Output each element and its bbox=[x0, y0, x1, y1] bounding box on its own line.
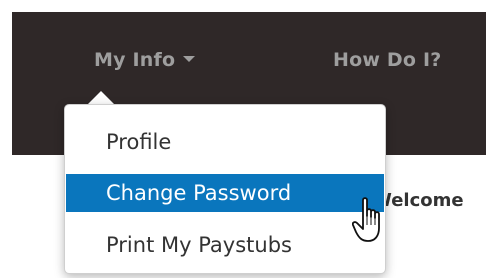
caret-down-icon bbox=[183, 56, 196, 62]
nav-item-how-do-i[interactable]: How Do I? bbox=[333, 49, 441, 71]
nav-item-label: How Do I? bbox=[333, 49, 442, 71]
nav-item-my-info[interactable]: My Info bbox=[94, 49, 196, 71]
nav-item-label: My Info bbox=[94, 49, 176, 71]
my-info-dropdown-menu: Profile Change Password Print My Paystub… bbox=[64, 104, 386, 274]
menu-item-print-my-paystubs[interactable]: Print My Paystubs bbox=[66, 226, 384, 264]
dropdown-pointer bbox=[88, 91, 114, 104]
hand-pointer-icon bbox=[352, 197, 380, 242]
menu-item-profile[interactable]: Profile bbox=[66, 123, 384, 161]
menu-item-change-password[interactable]: Change Password bbox=[66, 174, 384, 212]
